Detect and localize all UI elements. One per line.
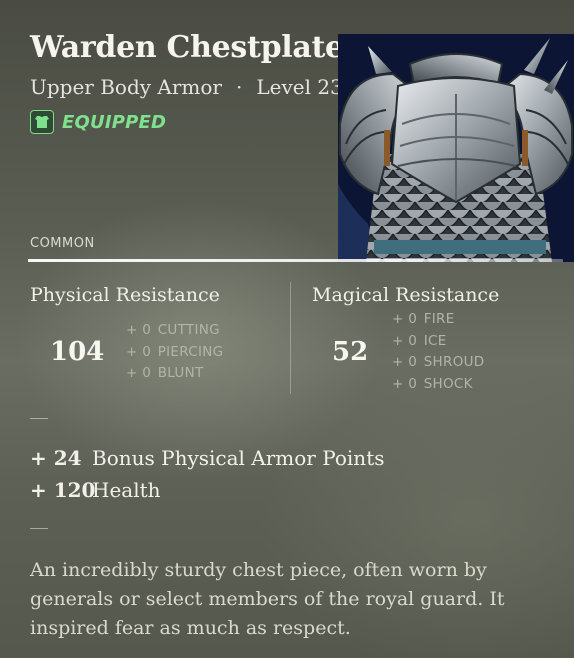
resistance-row: + 0 SHROUD <box>392 354 485 370</box>
resistance-row: + 0 BLUNT <box>126 365 204 381</box>
section-divider <box>30 528 48 529</box>
magical-resistance-breakdown: + 0 FIRE + 0 ICE + 0 SHROUD + 0 SHOCK <box>392 309 485 395</box>
item-subtitle: Upper Body Armor · Level 23 <box>30 75 343 99</box>
rarity-label: COMMON <box>30 236 95 251</box>
resistance-row: + 0 SHOCK <box>392 375 473 392</box>
resistance-row: + 0 CUTTING <box>126 322 220 338</box>
resistance-row: + 0 FIRE <box>392 311 455 327</box>
subtitle-separator: · <box>235 75 243 99</box>
bonus-row: + 24 Bonus Physical Armor Points <box>30 446 385 470</box>
header-divider <box>28 259 563 262</box>
physical-resistance-value: 104 <box>50 337 105 367</box>
item-level: Level 23 <box>256 75 343 99</box>
physical-resistance-heading: Physical Resistance <box>30 284 220 306</box>
chestplate-icon <box>30 110 54 134</box>
bonus-amount: + 24 <box>30 446 82 470</box>
bonus-label: Bonus Physical Armor Points <box>92 446 385 470</box>
resistance-separator <box>290 282 291 394</box>
chestplate-artwork <box>338 34 574 262</box>
resistance-row: + 0 ICE <box>392 332 447 349</box>
physical-resistance-breakdown: + 0 CUTTING + 0 PIERCING + 0 BLUNT <box>126 320 223 385</box>
bonus-row: + 120Health <box>30 478 161 502</box>
magical-resistance-value: 52 <box>332 337 369 367</box>
bonus-amount: + 120 <box>30 478 96 502</box>
item-tooltip: Warden Chestplate Upper Body Armor · Level… <box>0 0 574 658</box>
equipped-status: EQUIPPED <box>30 110 166 134</box>
section-divider <box>30 418 48 419</box>
bonus-label: Health <box>92 478 161 502</box>
item-name: Warden Chestplate <box>30 30 344 65</box>
magical-resistance-heading: Magical Resistance <box>312 284 500 306</box>
item-description: An incredibly sturdy chest piece, often … <box>30 559 505 639</box>
equipped-label: EQUIPPED <box>62 111 167 133</box>
item-type: Upper Body Armor <box>30 75 222 99</box>
resistance-row: + 0 PIERCING <box>126 343 224 360</box>
